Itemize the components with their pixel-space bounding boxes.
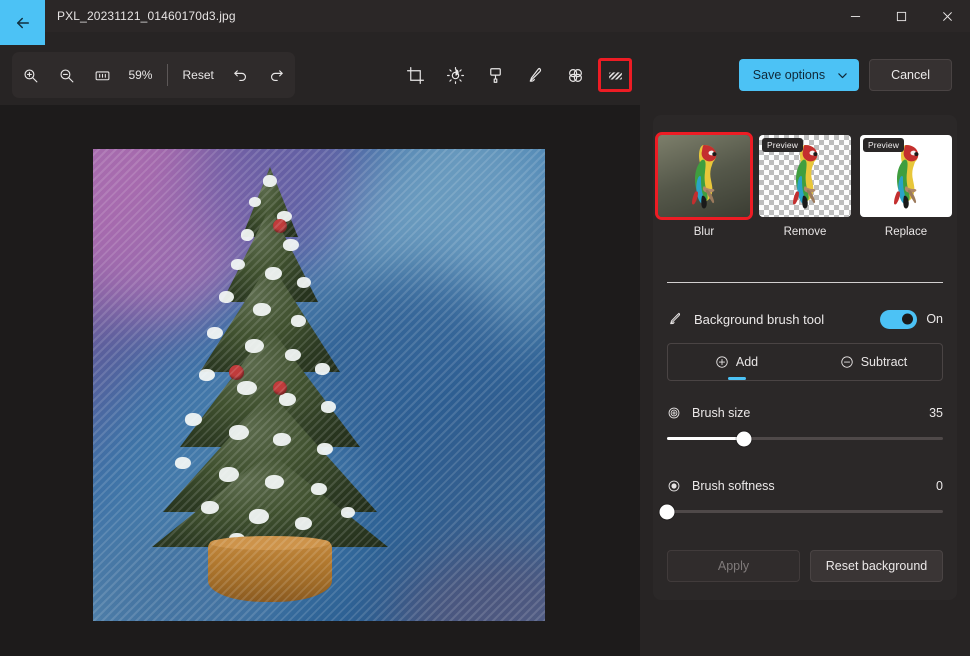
image-canvas-area[interactable] xyxy=(0,105,640,656)
maximize-icon xyxy=(896,11,906,21)
brush-icon xyxy=(667,311,689,327)
background-icon xyxy=(608,71,622,79)
redo-button[interactable] xyxy=(263,59,291,91)
panel-footer-buttons: Apply Reset background xyxy=(667,550,943,582)
brush-size-slider[interactable] xyxy=(667,431,943,446)
brush-size-icon xyxy=(667,406,685,420)
brush-mode-subtract-label: Subtract xyxy=(860,355,908,369)
background-option-blur-thumbnail xyxy=(655,132,753,220)
brush-size-slider-block: Brush size 35 xyxy=(667,403,943,446)
toolbar-divider xyxy=(166,64,168,86)
minimize-icon xyxy=(850,15,860,17)
reset-zoom-button[interactable]: Reset xyxy=(174,62,223,88)
brush-softness-header: Brush softness 0 xyxy=(667,476,943,496)
actual-size-icon xyxy=(95,70,110,80)
cancel-button[interactable]: Cancel xyxy=(869,59,952,91)
tool-erase-button[interactable] xyxy=(558,58,592,92)
zoom-out-icon xyxy=(60,68,74,82)
background-option-remove-label: Remove xyxy=(783,226,827,238)
brush-size-label: Brush size xyxy=(692,406,751,420)
zoom-level-label: 59% xyxy=(128,68,153,82)
close-icon xyxy=(942,11,952,21)
brush-softness-slider-thumb[interactable] xyxy=(659,504,675,519)
action-buttons-group: Save options Cancel xyxy=(738,52,952,98)
erase-icon xyxy=(568,68,582,82)
background-option-replace[interactable]: Preview Replace xyxy=(860,135,952,238)
brush-size-header: Brush size 35 xyxy=(667,403,943,423)
background-tool-panel: Blur Preview Remove Preview Replace Back… xyxy=(640,105,970,656)
tool-markup-button[interactable] xyxy=(518,58,552,92)
filter-icon xyxy=(489,67,501,83)
zoom-in-icon xyxy=(24,68,37,82)
undo-button[interactable] xyxy=(227,59,255,91)
undo-icon xyxy=(234,69,247,81)
brush-softness-icon xyxy=(667,479,685,493)
brush-softness-slider[interactable] xyxy=(659,504,943,519)
background-brush-toggle[interactable]: On xyxy=(880,309,943,329)
tree-pot xyxy=(208,536,332,602)
save-options-button[interactable]: Save options xyxy=(738,59,860,91)
brush-softness-value: 0 xyxy=(936,479,943,493)
background-brush-tool-label: Background brush tool xyxy=(694,311,825,327)
brush-size-slider-fill xyxy=(667,437,745,440)
maximize-button[interactable] xyxy=(878,0,924,32)
tool-adjustment-button[interactable] xyxy=(438,58,472,92)
save-options-label: Save options xyxy=(752,68,826,82)
back-arrow-icon xyxy=(16,17,29,28)
actual-size-button[interactable] xyxy=(88,59,116,91)
brightness-icon xyxy=(446,66,464,84)
minus-circle-icon xyxy=(841,356,853,368)
toggle-switch xyxy=(880,309,918,329)
plus-circle-icon xyxy=(716,356,728,368)
reset-background-button[interactable]: Reset background xyxy=(810,550,943,582)
brush-mode-add-label: Add xyxy=(735,355,759,369)
tool-background-button[interactable] xyxy=(598,58,632,92)
background-option-blur[interactable]: Blur xyxy=(655,132,753,238)
brush-mode-add[interactable]: Add xyxy=(668,344,805,380)
minimize-button[interactable] xyxy=(832,0,878,32)
brush-size-value: 35 xyxy=(929,406,943,420)
close-button[interactable] xyxy=(924,0,970,32)
background-option-remove-thumbnail: Preview xyxy=(759,135,851,217)
tool-filter-button[interactable] xyxy=(478,58,512,92)
crop-icon xyxy=(406,66,424,84)
background-panel-card: Blur Preview Remove Preview Replace Back… xyxy=(653,115,957,600)
tool-crop-button[interactable] xyxy=(398,58,432,92)
background-option-blur-label: Blur xyxy=(693,226,715,238)
preview-badge: Preview xyxy=(762,138,803,152)
toggle-state-label: On xyxy=(926,312,943,326)
zoom-out-button[interactable] xyxy=(52,59,80,91)
brush-size-slider-thumb[interactable] xyxy=(736,431,752,446)
background-options-list: Blur Preview Remove Preview Replace xyxy=(655,132,952,238)
zoom-in-button[interactable] xyxy=(16,59,44,91)
zoom-controls-group: 59% Reset xyxy=(12,52,295,98)
brush-softness-label: Brush softness xyxy=(692,479,775,493)
background-brush-tool-row: Background brush tool On xyxy=(667,305,943,333)
brush-softness-slider-block: Brush softness 0 xyxy=(659,476,943,519)
photos-editor-window: PXL_20231121_01460170d3.jpg 59% Reset Sa… xyxy=(0,0,970,656)
back-button[interactable] xyxy=(0,0,45,45)
christmas-tree-subject xyxy=(145,167,395,602)
brush-mode-segmented-control: Add Subtract xyxy=(667,343,943,381)
window-title: PXL_20231121_01460170d3.jpg xyxy=(57,9,236,23)
editor-toolbar: 59% Reset Save options Cancel xyxy=(0,52,970,98)
title-bar: PXL_20231121_01460170d3.jpg xyxy=(0,0,970,45)
redo-icon xyxy=(271,69,284,81)
window-controls xyxy=(832,0,970,32)
chevron-down-icon xyxy=(838,72,847,78)
brush-mode-subtract[interactable]: Subtract xyxy=(805,344,942,380)
parrot-illustration xyxy=(692,145,717,209)
background-option-replace-label: Replace xyxy=(884,226,928,238)
edited-photo[interactable] xyxy=(93,149,545,621)
background-option-replace-thumbnail: Preview xyxy=(860,135,952,217)
background-option-remove[interactable]: Preview Remove xyxy=(759,135,851,238)
apply-button[interactable]: Apply xyxy=(667,550,800,582)
preview-badge: Preview xyxy=(863,138,904,152)
panel-divider xyxy=(667,282,943,283)
edit-tools-group xyxy=(398,52,632,98)
pen-icon xyxy=(529,67,541,82)
